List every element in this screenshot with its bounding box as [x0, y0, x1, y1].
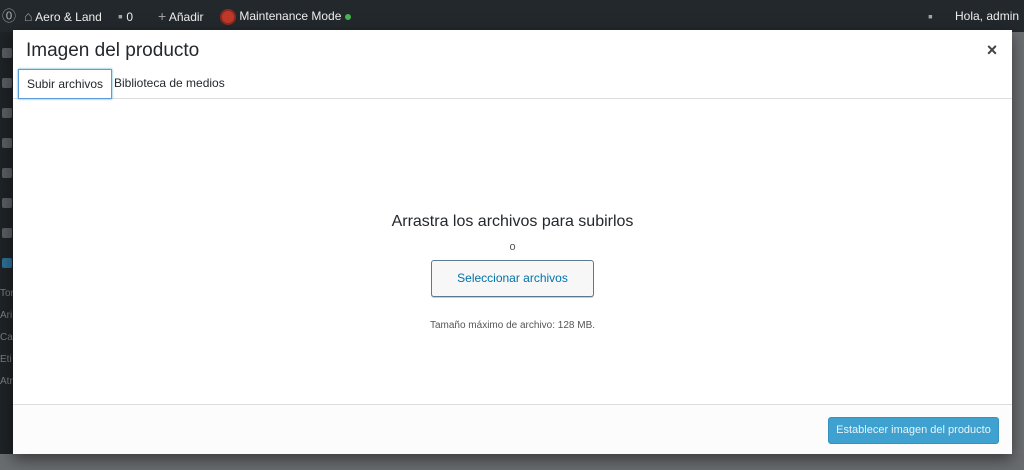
modal-tabs: Subir archivos Biblioteca de medios [13, 68, 1012, 99]
sidebar-text: Atr [0, 376, 13, 387]
modal-toolbar: Establecer imagen del producto [13, 404, 1012, 454]
select-files-button[interactable]: Seleccionar archivos [431, 260, 594, 297]
admin-sidebar-backdrop: Tor Ari Ca Eti Atr [0, 32, 14, 470]
admin-bar: ⓪ ⌂ Aero & Land ▪ 0 + Añadir Maintenance… [0, 0, 1024, 32]
close-icon[interactable]: × [982, 40, 1002, 60]
upload-drop-zone[interactable]: Arrastra los archivos para subirlos o Se… [13, 100, 1012, 404]
comment-icon: ▪ [118, 8, 123, 24]
new-content-link[interactable]: + Añadir [158, 0, 204, 32]
comments-count: 0 [126, 10, 133, 24]
menu-icon [2, 78, 12, 88]
status-dot-icon [345, 13, 352, 20]
page-backdrop-right [1012, 32, 1024, 470]
maintenance-mode-label: Maintenance Mode [239, 9, 342, 23]
max-upload-size: Tamaño máximo de archivo: 128 MB. [429, 320, 596, 331]
products-menu-icon [2, 258, 12, 268]
menu-icon [2, 108, 12, 118]
tab-media-library[interactable]: Biblioteca de medios [106, 69, 233, 99]
menu-icon [2, 228, 12, 238]
menu-icon [2, 138, 12, 148]
home-icon: ⌂ [24, 8, 33, 24]
account-greeting[interactable]: Hola, admin [955, 0, 1019, 32]
drop-instructions: Arrastra los archivos para subirlos [391, 213, 634, 230]
maintenance-mode-icon [220, 8, 236, 25]
menu-icon [2, 168, 12, 178]
site-name-link[interactable]: ⌂ Aero & Land [24, 0, 102, 32]
site-name-label: Aero & Land [35, 10, 102, 24]
sidebar-text: Ca [0, 332, 13, 343]
sidebar-text: Eti [0, 354, 12, 365]
modal-title: Imagen del producto [26, 40, 200, 61]
set-product-image-button[interactable]: Establecer imagen del producto [828, 417, 999, 444]
sidebar-text: Ari [0, 310, 13, 321]
page-backdrop-bottom [0, 454, 1024, 470]
or-separator: o [509, 241, 516, 253]
media-modal: Imagen del producto × Subir archivos Bib… [13, 30, 1012, 454]
menu-icon [2, 48, 12, 58]
new-content-label: Añadir [168, 10, 204, 24]
menu-icon [2, 198, 12, 208]
plus-icon: + [158, 8, 167, 24]
notifications-icon[interactable]: ▪ [928, 0, 933, 32]
tab-upload-files[interactable]: Subir archivos [18, 69, 113, 99]
greeting-label: Hola, admin [955, 9, 1020, 23]
wordpress-logo-icon[interactable]: ⓪ [2, 0, 16, 32]
maintenance-mode-link[interactable]: Maintenance Mode [220, 0, 352, 32]
sidebar-text: Tor [0, 288, 14, 299]
comments-link[interactable]: ▪ 0 [118, 0, 133, 32]
